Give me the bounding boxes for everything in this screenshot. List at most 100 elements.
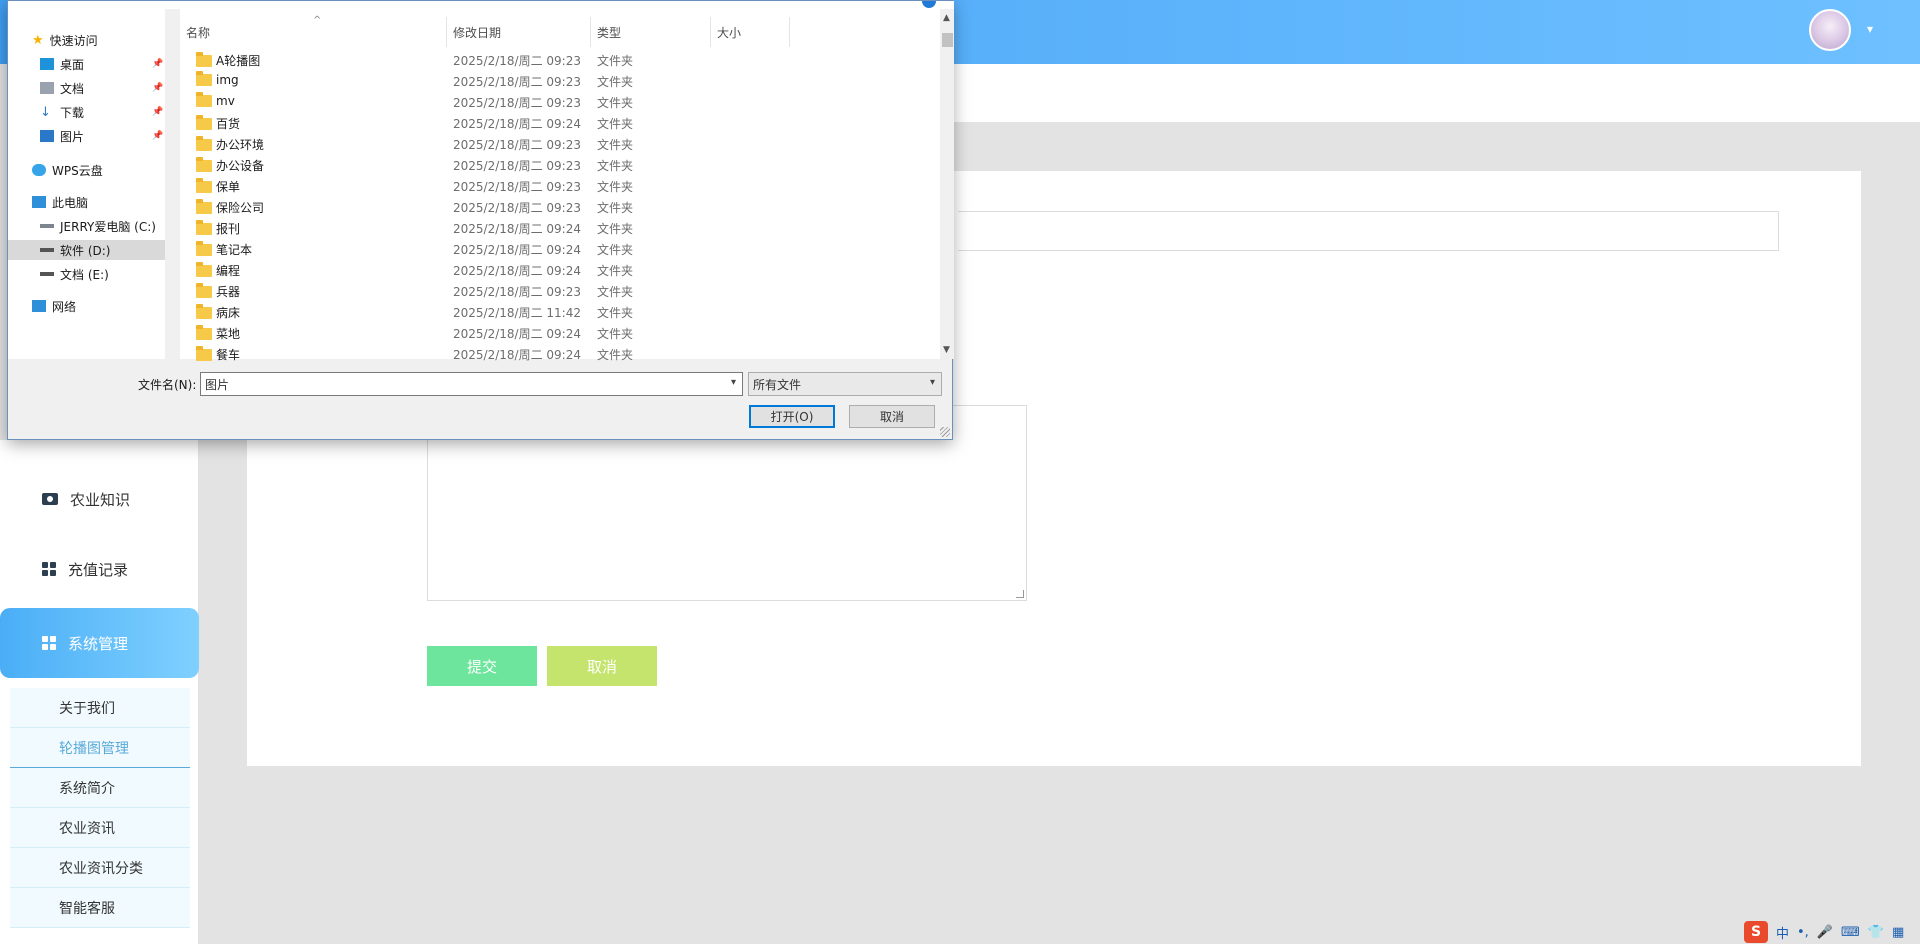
skin-icon[interactable]: 👕 [1868, 925, 1884, 940]
pictures-icon [40, 130, 54, 142]
nav-label: 桌面 [60, 57, 85, 72]
file-type-select[interactable]: 所有文件 ▾ [748, 372, 942, 396]
ticket-icon [42, 493, 58, 505]
nav-this-pc[interactable]: 此电脑 [32, 192, 88, 212]
nav-downloads[interactable]: ↓ 下载 [40, 102, 84, 122]
table-row[interactable]: mv 2025/2/18/周二 09:23 文件夹 [180, 91, 940, 112]
table-row[interactable]: A轮播图 2025/2/18/周二 09:23 文件夹 [180, 49, 940, 70]
file-type: 文件夹 [597, 327, 634, 341]
submenu-item-news[interactable]: 农业资讯 [10, 808, 190, 848]
table-row[interactable]: 办公环境 2025/2/18/周二 09:23 文件夹 [180, 133, 940, 154]
desktop-icon [40, 58, 54, 70]
filename-input[interactable]: 图片 ▾ [200, 372, 743, 396]
filename-value: 图片 [205, 377, 230, 392]
column-divider[interactable] [789, 17, 790, 47]
pin-icon: 📌 [152, 59, 164, 69]
nav-label: JERRY爱电脑 (C:) [60, 219, 156, 234]
table-row[interactable]: 餐车 2025/2/18/周二 09:24 文件夹 [180, 343, 940, 364]
resize-grip-icon[interactable] [940, 427, 950, 437]
file-name-cell: 百货 [196, 114, 240, 132]
table-row[interactable]: 报刊 2025/2/18/周二 09:24 文件夹 [180, 217, 940, 238]
scroll-down-icon[interactable]: ▼ [943, 345, 950, 355]
file-name-cell: 办公设备 [196, 156, 265, 174]
file-name: 餐车 [216, 348, 241, 362]
submenu-item-intro[interactable]: 系统简介 [10, 768, 190, 808]
download-icon: ↓ [40, 104, 51, 120]
submenu-item-chatbot[interactable]: 智能客服 [10, 888, 190, 928]
user-avatar[interactable] [1809, 9, 1851, 51]
cloud-icon [32, 164, 46, 176]
vertical-scrollbar[interactable]: ▲ ▼ [941, 9, 954, 359]
folder-icon [196, 135, 212, 151]
file-date: 2025/2/18/周二 09:24 [453, 264, 581, 278]
nav-desktop[interactable]: 桌面 [40, 54, 84, 74]
file-name: img [216, 73, 239, 87]
sogou-ime-icon[interactable]: S [1744, 921, 1768, 943]
table-row[interactable]: 菜地 2025/2/18/周二 09:24 文件夹 [180, 322, 940, 343]
file-date: 2025/2/18/周二 09:24 [453, 327, 581, 341]
text-input[interactable] [958, 211, 1779, 251]
grid-icon [42, 636, 56, 650]
file-date: 2025/2/18/周二 09:23 [453, 285, 581, 299]
scrollbar-thumb[interactable] [942, 33, 953, 47]
file-name: 办公设备 [216, 159, 265, 173]
table-row[interactable]: 病床 2025/2/18/周二 11:42 文件夹 [180, 301, 940, 322]
nav-drive-e[interactable]: 文档 (E:) [40, 264, 109, 284]
resize-handle-icon[interactable] [1016, 590, 1024, 598]
submit-button[interactable]: 提交 [427, 646, 537, 686]
nav-quick-access[interactable]: ★ 快速访问 [32, 30, 98, 50]
file-type-value: 所有文件 [753, 377, 802, 392]
chevron-down-icon[interactable]: ▾ [1867, 22, 1873, 36]
file-type: 文件夹 [597, 54, 634, 68]
folder-icon [196, 282, 212, 298]
cancel-button[interactable]: 取消 [547, 646, 657, 686]
column-header-type[interactable]: 类型 [591, 19, 710, 45]
ime-punctuation-toggle[interactable]: •, [1797, 925, 1809, 940]
nav-pictures[interactable]: 图片 [40, 126, 84, 146]
keyboard-icon[interactable]: ⌨ [1841, 925, 1860, 940]
file-type: 文件夹 [597, 117, 634, 131]
nav-documents[interactable]: 文档 [40, 78, 84, 98]
nav-drive-d[interactable]: 软件 (D:) [8, 240, 165, 260]
nav-label: 网络 [52, 299, 77, 314]
scroll-up-icon[interactable]: ▲ [943, 13, 950, 23]
column-header-modified[interactable]: 修改日期 [447, 19, 590, 45]
open-button[interactable]: 打开(O) [749, 405, 835, 428]
sidebar-item-agri-knowledge[interactable]: 农业知识 [0, 464, 199, 534]
table-row[interactable]: 保单 2025/2/18/周二 09:23 文件夹 [180, 175, 940, 196]
toolbox-icon[interactable]: ▦ [1892, 925, 1904, 940]
table-row[interactable]: 保险公司 2025/2/18/周二 09:23 文件夹 [180, 196, 940, 217]
table-row[interactable]: 办公设备 2025/2/18/周二 09:23 文件夹 [180, 154, 940, 175]
column-header-name[interactable]: 名称 [180, 19, 446, 45]
help-icon[interactable] [922, 1, 936, 8]
table-row[interactable]: 百货 2025/2/18/周二 09:24 文件夹 [180, 112, 940, 133]
nav-network[interactable]: 网络 [32, 296, 76, 316]
chevron-down-icon[interactable]: ▾ [731, 377, 736, 388]
submenu-item-carousel[interactable]: 轮播图管理 [10, 728, 190, 768]
sidebar-item-recharge[interactable]: 充值记录 [0, 534, 199, 604]
network-icon [32, 300, 46, 312]
drive-icon [40, 272, 54, 276]
folder-icon [196, 51, 212, 67]
ime-language-toggle[interactable]: 中 [1776, 923, 1789, 942]
dialog-cancel-button[interactable]: 取消 [849, 405, 935, 428]
folder-icon [196, 114, 212, 130]
table-row[interactable]: 笔记本 2025/2/18/周二 09:24 文件夹 [180, 238, 940, 259]
submenu-item-about[interactable]: 关于我们 [10, 688, 190, 728]
table-row[interactable]: 兵器 2025/2/18/周二 09:23 文件夹 [180, 280, 940, 301]
microphone-icon[interactable]: 🎤 [1817, 925, 1833, 940]
file-name-cell: 办公环境 [196, 135, 264, 153]
sidebar-item-system[interactable]: 系统管理 [0, 608, 199, 678]
file-type: 文件夹 [597, 222, 634, 236]
file-name: 笔记本 [216, 243, 253, 257]
file-name-cell: 保险公司 [196, 198, 264, 216]
nav-wps-cloud[interactable]: WPS云盘 [32, 160, 103, 180]
chevron-down-icon[interactable]: ▾ [930, 377, 935, 388]
folder-icon [196, 219, 212, 235]
table-row[interactable]: 编程 2025/2/18/周二 09:24 文件夹 [180, 259, 940, 280]
file-name-cell: 菜地 [196, 324, 240, 342]
column-header-size[interactable]: 大小 [711, 19, 789, 45]
submenu-item-news-category[interactable]: 农业资讯分类 [10, 848, 190, 888]
nav-drive-c[interactable]: JERRY爱电脑 (C:) [40, 216, 156, 236]
table-row[interactable]: img 2025/2/18/周二 09:23 文件夹 [180, 70, 940, 91]
